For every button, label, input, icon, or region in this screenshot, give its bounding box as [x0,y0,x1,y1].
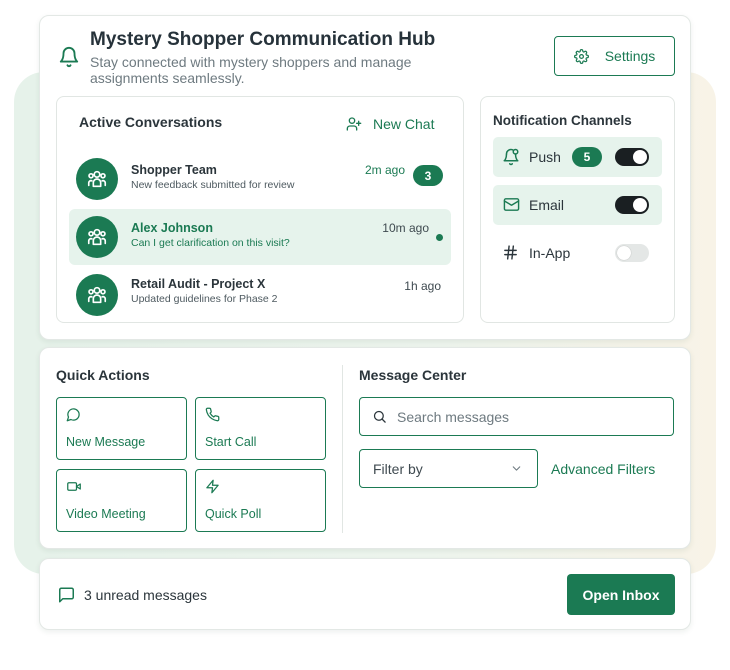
open-inbox-button[interactable]: Open Inbox [567,574,675,615]
start-call-button[interactable]: Start Call [195,397,326,460]
section-divider [342,365,343,533]
filter-label: Filter by [373,460,423,477]
push-count-badge: 5 [572,147,602,167]
user-plus-icon [345,116,363,132]
channel-label: Push [529,149,561,165]
conversation-name: Shopper Team [131,163,217,177]
zap-icon [205,479,220,494]
conversation-time: 2m ago [364,163,405,177]
conversations-title: Active Conversations [79,114,223,130]
channel-email: Email [493,185,662,225]
page-subtitle: Stay connected with mystery shoppers and… [90,54,412,86]
conversation-time: 1h ago [404,279,441,293]
channel-push: Push 5 [493,137,662,177]
email-toggle[interactable] [615,196,649,214]
advanced-filters-link[interactable]: Advanced Filters [551,461,655,477]
new-message-button[interactable]: New Message [56,397,187,460]
search-field [359,397,674,436]
conversation-item-shopper-team[interactable]: Shopper Team New feedback submitted for … [69,151,451,207]
channel-in-app: In-App [493,233,662,273]
hash-icon [502,244,519,266]
channel-label: Email [529,197,565,213]
message-center-title: Message Center [359,367,467,383]
new-chat-label: New Chat [373,116,435,132]
message-circle-icon [66,407,81,422]
bell-ring-icon [502,148,520,171]
in-app-toggle[interactable] [615,244,649,262]
settings-button[interactable]: Settings [554,36,675,76]
quick-poll-button[interactable]: Quick Poll [195,469,326,532]
new-message-label: New Message [66,435,146,449]
hub-card: Mystery Shopper Communication Hub Stay c… [39,15,691,340]
push-toggle[interactable] [615,148,649,166]
video-meeting-label: Video Meeting [66,507,146,521]
avatar [76,158,118,200]
page-title: Mystery Shopper Communication Hub [90,29,436,50]
users-icon [87,228,107,246]
video-icon [66,479,82,494]
new-chat-button[interactable]: New Chat [345,116,434,132]
mail-icon [502,196,521,218]
conversation-name: Retail Audit - Project X [131,277,266,291]
actions-card: Quick Actions New Message Start Call Vid… [39,347,691,549]
conversation-item-retail-audit[interactable]: Retail Audit - Project X Updated guideli… [69,267,451,323]
chevron-down-icon [510,462,523,475]
channel-label: In-App [529,245,571,261]
notification-title: Notification Channels [493,113,632,128]
users-icon [87,286,107,304]
avatar [76,274,118,316]
conversation-time: 10m ago [382,221,429,235]
quick-poll-label: Quick Poll [205,507,262,521]
settings-label: Settings [604,48,656,64]
gear-icon [573,48,589,64]
filter-dropdown[interactable]: Filter by [359,449,538,488]
unread-dot [436,234,443,241]
message-square-icon [57,586,76,604]
search-icon [372,409,387,424]
active-conversations-panel: Active Conversations New Chat Shopper Te… [56,96,464,323]
inbox-footer: 3 unread messages Open Inbox [39,558,691,630]
conversation-preview: New feedback submitted for review [131,179,295,191]
users-icon [87,170,107,188]
unread-messages-text: 3 unread messages [84,587,207,603]
avatar [76,216,118,258]
conversation-preview: Can I get clarification on this visit? [131,237,290,249]
search-input[interactable] [397,408,657,425]
bell-icon [58,45,80,69]
phone-icon [205,407,220,422]
video-meeting-button[interactable]: Video Meeting [56,469,187,532]
notification-channels-panel: Notification Channels Push 5 Email In-Ap… [480,96,675,323]
conversation-item-alex-johnson[interactable]: Alex Johnson Can I get clarification on … [69,209,451,265]
start-call-label: Start Call [205,435,257,449]
conversation-name: Alex Johnson [131,221,213,235]
unread-count-badge: 3 [413,165,443,186]
conversation-preview: Updated guidelines for Phase 2 [131,293,278,305]
quick-actions-title: Quick Actions [56,367,150,383]
